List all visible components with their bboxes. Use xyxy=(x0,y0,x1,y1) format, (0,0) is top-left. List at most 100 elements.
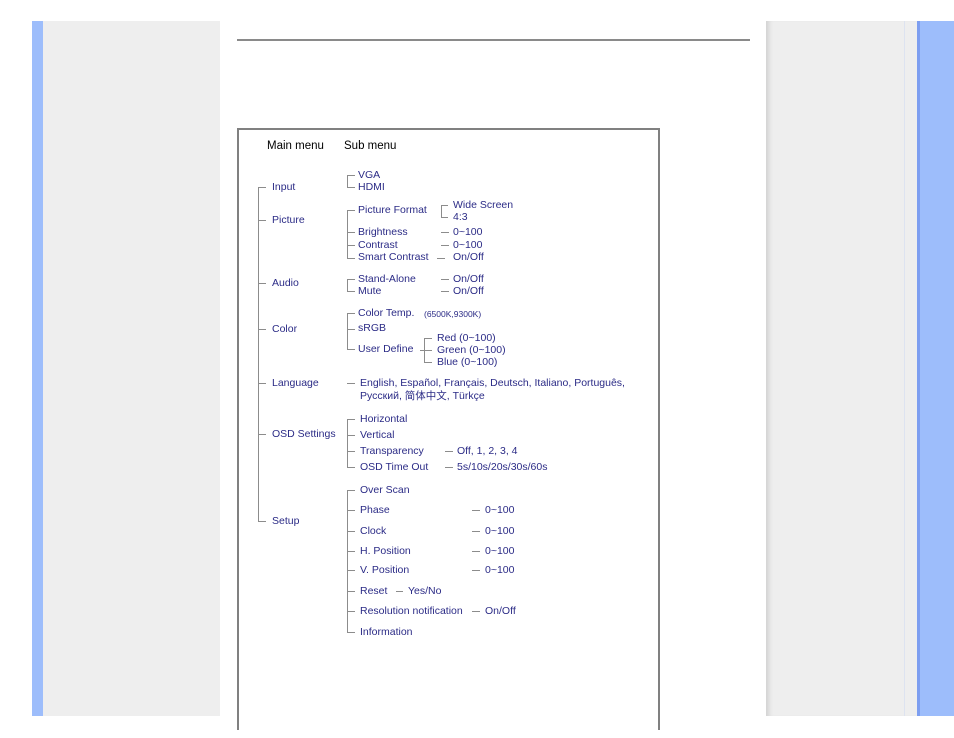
color-user-define: User Define xyxy=(358,343,414,355)
user-define-red: Red (0~100) xyxy=(437,332,496,344)
v-position-value: 0~100 xyxy=(485,564,515,576)
connector xyxy=(347,291,355,292)
menu-input: Input xyxy=(272,181,296,193)
menu-setup: Setup xyxy=(272,515,300,527)
menu-audio: Audio xyxy=(272,277,299,289)
menu-color: Color xyxy=(272,323,298,335)
connector xyxy=(347,490,355,491)
reset-value: Yes/No xyxy=(408,585,442,597)
sub-menu-header: Sub menu xyxy=(344,140,397,152)
connector xyxy=(396,591,403,592)
left-accent-stripe xyxy=(32,21,43,716)
format-wide-screen: Wide Screen xyxy=(453,199,514,211)
right-panel-divider xyxy=(904,21,905,716)
language-list-line1: English, Español, Français, Deutsch, Ita… xyxy=(360,377,625,389)
menu-language: Language xyxy=(272,377,319,389)
connector xyxy=(347,175,348,187)
setup-h-position: H. Position xyxy=(360,545,411,557)
brightness-value: 0~100 xyxy=(453,226,483,238)
audio-mute: Mute xyxy=(358,285,382,297)
osd-time-out: OSD Time Out xyxy=(360,461,429,473)
connector xyxy=(472,570,480,571)
connector xyxy=(437,258,445,259)
connector xyxy=(347,419,355,420)
connector xyxy=(258,283,266,284)
connector xyxy=(441,232,449,233)
connector xyxy=(258,220,266,221)
connector xyxy=(424,362,432,363)
connector xyxy=(441,205,448,206)
picture-format: Picture Format xyxy=(358,204,427,216)
audio-stand-alone: Stand-Alone xyxy=(358,273,416,285)
setup-information: Information xyxy=(360,626,413,638)
right-accent-stripe xyxy=(920,21,954,716)
connector xyxy=(347,611,355,612)
connector xyxy=(347,329,355,330)
osd-transparency: Transparency xyxy=(360,445,424,457)
connector xyxy=(347,313,355,314)
phase-value: 0~100 xyxy=(485,504,515,516)
connector xyxy=(347,279,348,291)
setup-v-position: V. Position xyxy=(360,564,410,576)
connector xyxy=(424,338,432,339)
smart-contrast-value: On/Off xyxy=(453,251,484,263)
transparency-value: Off, 1, 2, 3, 4 xyxy=(457,445,518,457)
contrast-value: 0~100 xyxy=(453,239,483,251)
osd-vertical: Vertical xyxy=(360,429,395,441)
connector xyxy=(347,245,355,246)
stand-alone-value: On/Off xyxy=(453,273,484,285)
connector xyxy=(445,451,453,452)
connector xyxy=(347,419,348,467)
picture-brightness: Brightness xyxy=(358,226,408,238)
connector xyxy=(347,232,355,233)
connector xyxy=(347,570,355,571)
setup-phase: Phase xyxy=(360,504,390,516)
connector xyxy=(347,591,355,592)
connector xyxy=(472,611,480,612)
connector xyxy=(347,187,355,188)
picture-smart-contrast: Smart Contrast xyxy=(358,251,429,263)
h-position-value: 0~100 xyxy=(485,545,515,557)
connector xyxy=(441,217,448,218)
color-temp-value: (6500K,9300K) xyxy=(424,309,482,319)
connector xyxy=(347,467,355,468)
menu-osd-settings: OSD Settings xyxy=(272,428,336,440)
connector xyxy=(441,279,449,280)
connector xyxy=(441,205,442,217)
left-sidebar-panel xyxy=(43,21,220,716)
setup-clock: Clock xyxy=(360,525,387,537)
connector xyxy=(258,521,266,522)
user-define-blue: Blue (0~100) xyxy=(437,356,498,368)
connector xyxy=(347,551,355,552)
connector xyxy=(347,510,355,511)
connector xyxy=(472,510,480,511)
connector xyxy=(441,291,449,292)
connector xyxy=(347,258,355,259)
setup-reset: Reset xyxy=(360,585,388,597)
setup-resolution-notification: Resolution notification xyxy=(360,605,463,617)
color-srgb: sRGB xyxy=(358,322,387,334)
connector xyxy=(258,329,266,330)
connector xyxy=(445,467,453,468)
connector xyxy=(258,434,266,435)
input-hdmi: HDMI xyxy=(358,181,385,193)
connector xyxy=(258,187,266,188)
connector xyxy=(347,383,355,384)
menu-picture: Picture xyxy=(272,214,305,226)
main-menu-header: Main menu xyxy=(267,140,324,152)
language-list-line2: Русский, 简体中文, Türkçe xyxy=(360,390,485,402)
connector xyxy=(258,383,266,384)
connector xyxy=(472,531,480,532)
input-vga: VGA xyxy=(358,169,381,181)
main-tree-trunk xyxy=(258,187,259,521)
right-sidebar-panel xyxy=(766,21,918,716)
user-define-green: Green (0~100) xyxy=(437,344,506,356)
clock-value: 0~100 xyxy=(485,525,515,537)
connector xyxy=(347,175,355,176)
connector xyxy=(441,245,449,246)
connector xyxy=(472,551,480,552)
connector xyxy=(420,350,432,351)
connector xyxy=(347,210,355,211)
format-4-3: 4:3 xyxy=(453,211,468,223)
connector xyxy=(347,531,355,532)
